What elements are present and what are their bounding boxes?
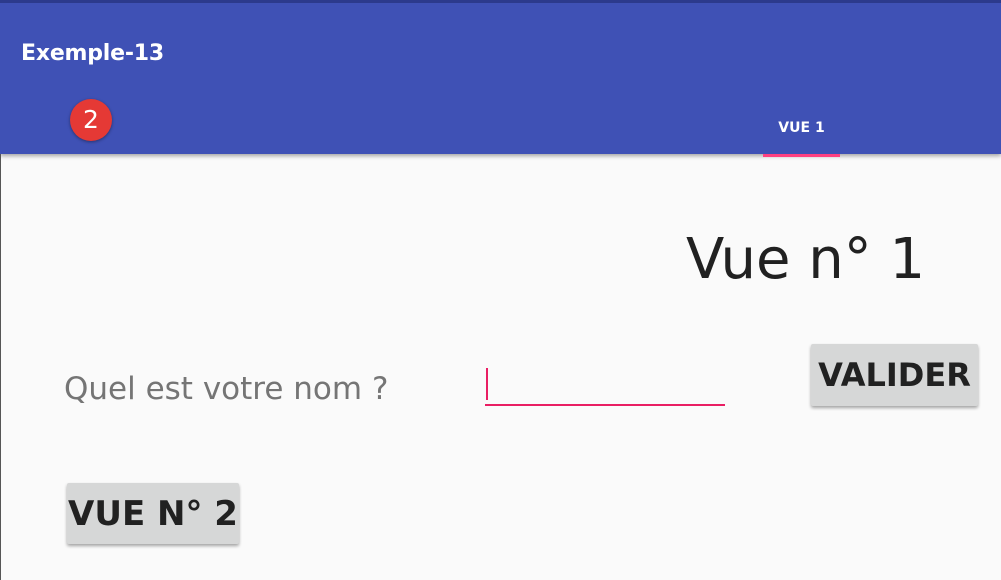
- app-bar: Exemple-13 2 VUE 1: [0, 0, 1001, 157]
- name-input[interactable]: [485, 366, 725, 406]
- text-cursor: [486, 368, 488, 400]
- tab-label: VUE 1: [778, 120, 825, 136]
- content-left-border: [0, 154, 1, 580]
- validate-button[interactable]: VALIDER: [811, 344, 978, 406]
- notification-badge: 2: [70, 99, 112, 141]
- tab-vue-1[interactable]: VUE 1: [763, 113, 840, 157]
- app-title: Exemple-13: [21, 41, 165, 66]
- name-question-label: Quel est votre nom ?: [64, 371, 389, 407]
- tab-selected-indicator: [763, 154, 840, 157]
- view-title: Vue n° 1: [686, 227, 926, 292]
- goto-view-2-button[interactable]: VUE N° 2: [67, 483, 239, 544]
